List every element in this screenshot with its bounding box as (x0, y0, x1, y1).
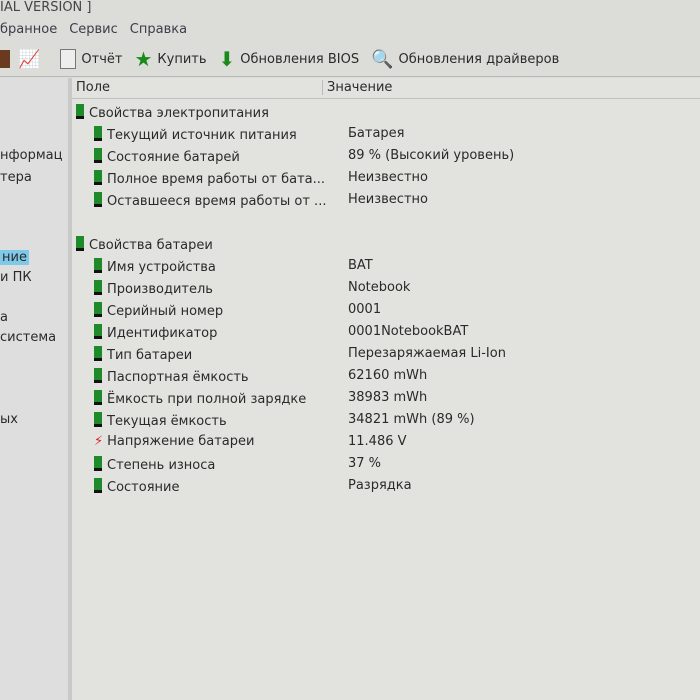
window-title: IAL VERSION ] (0, 0, 92, 15)
table-row[interactable]: ⚡ Напряжение батареи 11.486 V (94, 434, 694, 454)
battery-icon (94, 170, 102, 185)
table-row[interactable]: Тип батареи Перезаряжаемая Li-Ion (94, 346, 694, 366)
battery-icon (94, 390, 102, 405)
battery-icon (94, 126, 102, 141)
table-row[interactable]: Степень износа 37 % (94, 456, 694, 476)
table-row[interactable]: Ёмкость при полной зарядке 38983 mWh (94, 390, 694, 410)
table-row[interactable]: Состояние батарей 89 % (Высокий уровень) (94, 148, 694, 168)
menu-bar: бранное Сервис Справка (0, 22, 187, 37)
menu-service[interactable]: Сервис (69, 22, 118, 37)
battery-icon (94, 280, 102, 295)
battery-icon (94, 302, 102, 317)
battery-icon (94, 148, 102, 163)
table-row[interactable]: Текущий источник питания Батарея (94, 126, 694, 146)
document-icon (60, 49, 77, 69)
report-button[interactable]: Отчёт (60, 49, 122, 69)
sidebar-item[interactable]: и ПК (0, 270, 32, 285)
sidebar-item[interactable]: тера (0, 170, 32, 185)
battery-icon (94, 258, 102, 273)
sidebar-tree: нформац тера ние и ПК а система ых (0, 78, 72, 700)
sidebar-item-selected[interactable]: ние (0, 250, 29, 265)
table-row[interactable]: Текущая ёмкость 34821 mWh (89 %) (94, 412, 694, 432)
table-row[interactable]: Оставшееся время работы от ... Неизвестно (94, 192, 694, 212)
group-header[interactable]: Свойства электропитания (76, 104, 269, 124)
sidebar-item[interactable]: нформац (0, 148, 62, 163)
battery-icon (94, 192, 102, 207)
sidebar-item[interactable]: система (0, 330, 56, 345)
driver-update-button[interactable]: 🔍 Обновления драйверов (371, 49, 559, 70)
user-icon[interactable] (0, 50, 10, 68)
battery-icon (94, 478, 102, 493)
table-row[interactable]: Производитель Notebook (94, 280, 694, 300)
table-row[interactable]: Серийный номер 0001 (94, 302, 694, 322)
table-row[interactable]: Состояние Разрядка (94, 478, 694, 498)
column-field[interactable]: Поле (76, 80, 110, 95)
details-table: Поле Значение Свойства электропитания Тек… (72, 78, 700, 700)
column-value[interactable]: Значение (322, 80, 392, 95)
battery-icon (76, 104, 84, 119)
table-header: Поле Значение (72, 78, 700, 99)
group-header[interactable]: Свойства батареи (76, 236, 213, 256)
battery-icon (94, 412, 102, 427)
battery-icon (76, 236, 84, 251)
menu-favorites[interactable]: бранное (0, 22, 57, 37)
chart-icon[interactable]: 📈 (18, 49, 40, 70)
battery-icon (94, 324, 102, 339)
table-row[interactable]: Идентификатор 0001NotebookBAT (94, 324, 694, 344)
sidebar-item[interactable]: ых (0, 412, 18, 427)
sidebar-item[interactable]: а (0, 310, 8, 325)
star-icon: ★ (134, 47, 153, 71)
arrow-down-icon: ⬇ (218, 47, 236, 71)
bios-update-button[interactable]: ⬇ Обновления BIOS (219, 47, 360, 71)
table-row[interactable]: Имя устройства BAT (94, 258, 694, 278)
menu-help[interactable]: Справка (130, 22, 187, 37)
toolbar: 📈 Отчёт ★ Купить ⬇ Обновления BIOS 🔍 Обновл… (0, 42, 700, 77)
table-row[interactable]: Полное время работы от бата... Неизвестно (94, 170, 694, 190)
battery-icon (94, 456, 102, 471)
buy-button[interactable]: ★ Купить (134, 47, 206, 71)
battery-icon (94, 368, 102, 383)
search-icon: 🔍 (371, 48, 394, 70)
table-row[interactable]: Паспортная ёмкость 62160 mWh (94, 368, 694, 388)
voltage-icon: ⚡ (94, 434, 104, 449)
battery-icon (94, 346, 102, 361)
